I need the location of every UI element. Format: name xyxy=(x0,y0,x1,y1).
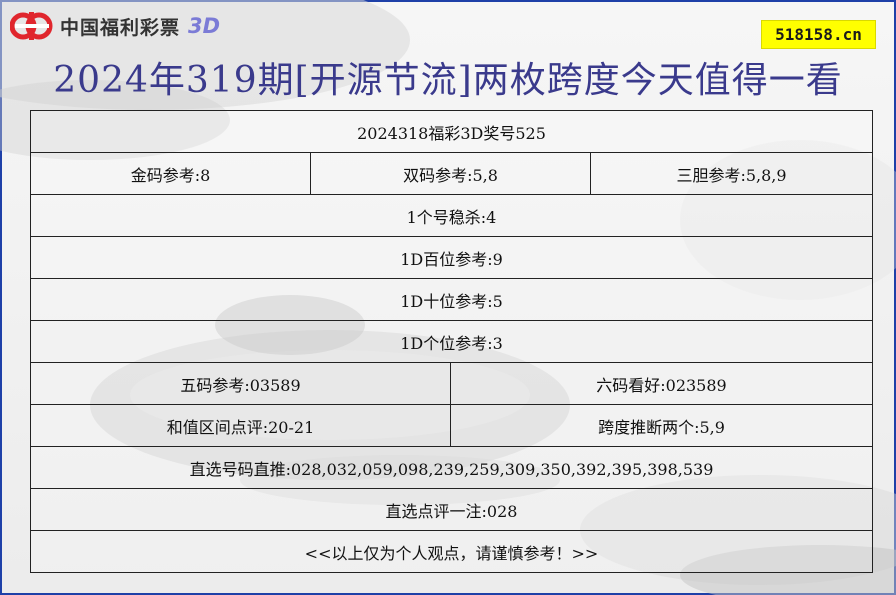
lottery-logo-icon xyxy=(10,12,53,40)
table-cell: 五码参考:03589 xyxy=(30,362,451,405)
table-cell: 1D百位参考:9 xyxy=(30,236,873,279)
table-cell: 金码参考:8 xyxy=(30,152,311,195)
table-cell: 1D十位参考:5 xyxy=(30,278,873,321)
table-cell: 直选号码直推:028,032,059,098,239,259,309,350,3… xyxy=(30,446,873,489)
table-row: <<以上仅为个人观点，请谨慎参考！>> xyxy=(30,530,873,573)
table-cell: 跨度推断两个:5,9 xyxy=(450,404,873,447)
table-row: 五码参考:03589 六码看好:023589 xyxy=(30,362,873,405)
table-cell: 1D个位参考:3 xyxy=(30,320,873,363)
logo-suffix: 3D xyxy=(188,14,221,38)
table-row: 1D个位参考:3 xyxy=(30,320,873,363)
table-cell: 直选点评一注:028 xyxy=(30,488,873,531)
table-cell: 2024318福彩3D奖号525 xyxy=(30,110,873,153)
table-row: 金码参考:8 双码参考:5,8 三胆参考:5,8,9 xyxy=(30,152,873,195)
table-cell: <<以上仅为个人观点，请谨慎参考！>> xyxy=(30,530,873,573)
page-title: 2024年319期[开源节流]两枚跨度今天值得一看 xyxy=(53,60,843,101)
table-row: 直选号码直推:028,032,059,098,239,259,309,350,3… xyxy=(30,446,873,489)
logo-text: 中国福利彩票 xyxy=(60,16,181,39)
table-row: 直选点评一注:028 xyxy=(30,488,873,531)
table-cell: 六码看好:023589 xyxy=(450,362,873,405)
table-row: 1个号稳杀:4 xyxy=(30,194,873,237)
header: 中国福利彩票 3D 518158.cn 2024年319期[开源节流]两枚跨度今… xyxy=(0,0,896,110)
table-row: 2024318福彩3D奖号525 xyxy=(30,110,873,153)
table-row: 和值区间点评:20-21 跨度推断两个:5,9 xyxy=(30,404,873,447)
lottery-logo[interactable]: 中国福利彩票 3D xyxy=(10,8,220,44)
table-cell: 三胆参考:5,8,9 xyxy=(590,152,873,195)
prediction-table: 2024318福彩3D奖号525 金码参考:8 双码参考:5,8 三胆参考:5,… xyxy=(30,110,873,573)
table-row: 1D十位参考:5 xyxy=(30,278,873,321)
table-cell: 双码参考:5,8 xyxy=(310,152,591,195)
table-cell: 1个号稳杀:4 xyxy=(30,194,873,237)
table-row: 1D百位参考:9 xyxy=(30,236,873,279)
table-cell: 和值区间点评:20-21 xyxy=(30,404,451,447)
site-badge[interactable]: 518158.cn xyxy=(762,21,875,48)
